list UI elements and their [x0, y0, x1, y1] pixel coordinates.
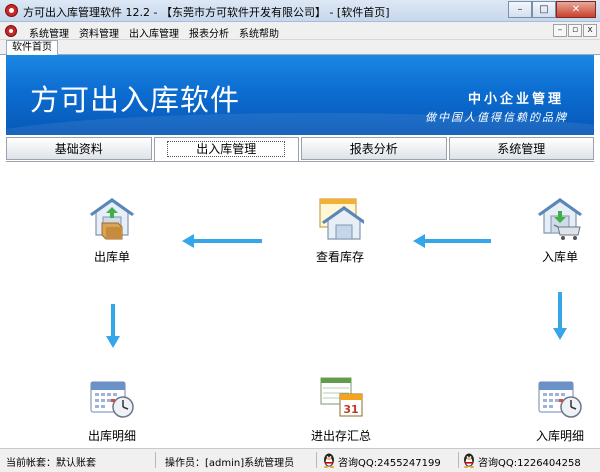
qq-penguin-icon [324, 453, 334, 468]
status-account: 当前帐套：默认账套 [6, 458, 96, 469]
inbound-order-button[interactable]: 入库单 [530, 193, 590, 265]
qq-penguin-icon [464, 453, 474, 468]
view-stock-label: 查看库存 [315, 250, 364, 264]
mdi-controls: – ▫ x [553, 24, 597, 37]
outbound-order-label: 出库单 [93, 250, 130, 264]
arrow-inbound-to-detail [553, 292, 567, 340]
banner: 方可出入库软件 中小企业管理 做中国人值得信赖的品牌 [6, 55, 594, 135]
arrow-outbound-to-detail [106, 304, 120, 348]
tab-home[interactable]: 软件首页 [6, 40, 58, 55]
menu-bar: 系统管理 资料管理 出入库管理 报表分析 系统帮助 – ▫ x [0, 22, 600, 40]
banner-slogan-line1: 中小企业管理 [467, 92, 564, 107]
outbound-order-button[interactable]: 出库单 [82, 193, 142, 265]
tab-label: 基础资料 [54, 142, 103, 156]
minimize-button[interactable]: – [508, 1, 532, 18]
mdi-close-button[interactable]: x [583, 24, 597, 37]
banner-title: 方可出入库软件 [30, 83, 241, 117]
calendar-clock-icon [538, 381, 582, 418]
outbound-detail-label: 出库明细 [87, 429, 136, 443]
arrow-stock-to-outbound [182, 234, 262, 248]
title-bar: 方可出入库管理软件 12.2 - 【东莞市方可软件开发有限公司】 - [软件首页… [0, 0, 600, 22]
app-menu-icon[interactable] [5, 25, 17, 37]
status-qq-1[interactable]: 咨询QQ:2455247199 [338, 454, 441, 469]
warehouse-cart-in-icon [538, 198, 582, 240]
warehouse-box-out-icon [90, 198, 134, 240]
outbound-detail-button[interactable]: 出库明细 [82, 378, 142, 444]
tab-label: 出入库管理 [167, 141, 286, 157]
mdi-restore-button[interactable]: ▫ [568, 24, 582, 37]
module-tabs: 基础资料 出入库管理 报表分析 系统管理 [6, 137, 594, 161]
tab-system[interactable]: 系统管理 [448, 137, 594, 160]
arrow-inbound-to-stock [413, 234, 491, 248]
status-divider [458, 452, 459, 468]
menu-stock-io[interactable]: 出入库管理 [129, 25, 179, 40]
calendar-day-text: 31 [343, 403, 358, 416]
banner-slogan-line2: 做中国人值得信赖的品牌 [425, 111, 568, 124]
io-summary-button[interactable]: 31 进出存汇总 [306, 376, 376, 444]
app-logo-icon [5, 4, 18, 17]
window-title: 方可出入库管理软件 12.2 - 【东莞市方可软件开发有限公司】 - [软件首页… [23, 6, 390, 19]
warehouse-window-icon [319, 198, 366, 240]
tab-label: 系统管理 [497, 142, 546, 156]
inbound-detail-button[interactable]: 入库明细 [530, 378, 590, 444]
status-divider [316, 452, 317, 468]
status-qq-2[interactable]: 咨询QQ:1226404258 [478, 454, 581, 469]
maximize-button[interactable]: □ [532, 1, 556, 18]
status-operator: 操作员：[admin]系统管理员 [165, 458, 295, 469]
menu-help[interactable]: 系统帮助 [239, 25, 279, 40]
calendar-31-icon: 31 [320, 377, 363, 417]
mdi-minimize-button[interactable]: – [553, 24, 567, 37]
tab-label: 报表分析 [349, 142, 398, 156]
document-tab-strip: 软件首页 [0, 40, 600, 55]
workflow-panel: 出库单 查看库存 入库单 出库明细 31 进出存汇总 入库明细 [6, 161, 594, 448]
inbound-detail-label: 入库明细 [535, 429, 584, 443]
io-summary-label: 进出存汇总 [310, 429, 371, 443]
menu-data[interactable]: 资料管理 [79, 25, 119, 40]
close-button[interactable]: ✕ [556, 1, 596, 18]
calendar-clock-icon [90, 381, 134, 418]
view-stock-button[interactable]: 查看库存 [310, 193, 370, 265]
tab-stock-io[interactable]: 出入库管理 [153, 137, 299, 161]
inbound-order-label: 入库单 [541, 250, 578, 264]
tab-reports[interactable]: 报表分析 [301, 137, 447, 160]
menu-reports[interactable]: 报表分析 [189, 25, 229, 40]
tab-basic-data[interactable]: 基础资料 [6, 137, 152, 160]
menu-system[interactable]: 系统管理 [29, 25, 69, 40]
status-bar: 当前帐套：默认账套 操作员：[admin]系统管理员 咨询QQ:24552471… [0, 448, 600, 472]
status-divider [155, 452, 156, 468]
window-controls: – □ ✕ [508, 1, 596, 19]
